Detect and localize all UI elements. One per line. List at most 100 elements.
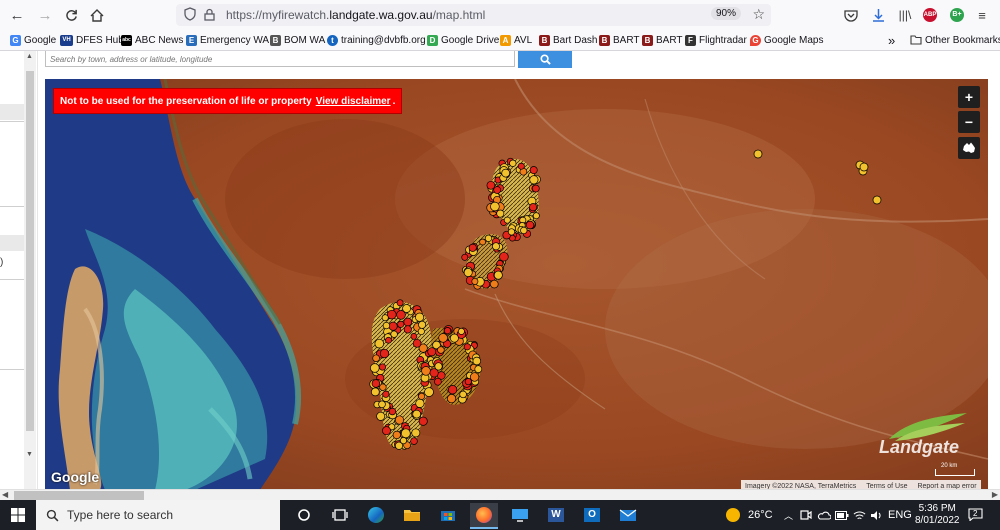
scroll-right-icon[interactable]: ▶ (992, 490, 998, 499)
hotspot-marker[interactable] (378, 400, 386, 409)
hotspot-marker[interactable] (424, 387, 434, 397)
zoom-in-button[interactable]: + (958, 86, 980, 108)
scroll-left-icon[interactable]: ◀ (2, 490, 8, 499)
hotspot-marker[interactable] (447, 385, 458, 395)
hotspot-marker[interactable] (459, 390, 467, 399)
hotspot-marker[interactable] (415, 312, 425, 322)
bookmark-abc-news[interactable]: abc ABC News (121, 32, 183, 48)
hotspot-marker[interactable] (378, 363, 387, 371)
hotspot-marker[interactable] (490, 279, 499, 289)
hotspot-marker[interactable] (382, 321, 391, 330)
hotspot-marker[interactable] (374, 338, 385, 349)
word-icon[interactable]: W (542, 503, 570, 527)
hotspot-marker[interactable] (484, 234, 493, 242)
onedrive-icon[interactable] (817, 500, 831, 530)
bookmark-bart-dash[interactable]: B Bart Dash (539, 32, 597, 48)
store-icon[interactable] (434, 503, 462, 527)
firefox-icon[interactable] (470, 503, 498, 529)
hotspot-marker[interactable] (493, 186, 502, 194)
hotspot-marker[interactable] (418, 320, 427, 329)
hotspot-marker[interactable] (412, 338, 422, 348)
hotspot-marker[interactable] (427, 347, 437, 357)
scroll-down-icon[interactable]: ▼ (26, 451, 33, 458)
hotspot-marker[interactable] (486, 180, 496, 190)
hotspot-marker[interactable] (872, 195, 882, 205)
weather-widget[interactable]: 26°C (726, 500, 773, 530)
shield-icon[interactable] (184, 7, 196, 24)
battery-icon[interactable] (835, 500, 849, 530)
hotspot-marker[interactable] (410, 333, 418, 340)
hotspot-marker[interactable] (385, 336, 392, 344)
search-button[interactable] (518, 51, 572, 68)
hotspot-marker[interactable] (509, 159, 517, 167)
hotspot-marker[interactable] (532, 212, 540, 220)
library-icon[interactable]: |||\ (895, 5, 915, 25)
address-bar[interactable]: https://myfirewatch.landgate.wa.gov.au/m… (176, 4, 771, 26)
scroll-up-icon[interactable]: ▲ (26, 53, 33, 60)
notifications-button[interactable]: 2 (968, 500, 984, 530)
hotspot-marker[interactable] (382, 390, 390, 398)
hotspot-marker[interactable] (371, 379, 381, 388)
start-button[interactable] (0, 500, 36, 530)
hotspot-marker[interactable] (397, 320, 405, 328)
location-search-box[interactable] (45, 51, 515, 67)
horizontal-scroll-thumb[interactable] (14, 491, 144, 500)
hotspot-marker[interactable] (372, 354, 380, 362)
bookmark-star-icon[interactable]: ☆ (752, 6, 765, 23)
hotspot-marker[interactable] (418, 392, 426, 400)
volume-icon[interactable] (870, 500, 883, 530)
bookmark-dfes-hub[interactable]: VH DFES Hub (60, 32, 124, 48)
hotspot-marker[interactable] (507, 228, 516, 236)
hotspot-marker[interactable] (496, 209, 505, 218)
download-icon[interactable] (868, 5, 888, 25)
hotspot-marker[interactable] (418, 416, 428, 426)
bookmark-google-drive[interactable]: D Google Drive (427, 32, 499, 48)
hotspot-marker[interactable] (474, 365, 483, 373)
hotspot-marker[interactable] (753, 149, 763, 159)
hotspot-marker[interactable] (525, 220, 535, 230)
hotspot-marker[interactable] (503, 216, 511, 224)
back-arrow-icon[interactable]: ← (6, 4, 28, 26)
hotspot-marker[interactable] (468, 243, 477, 252)
hotspot-marker[interactable] (379, 348, 390, 359)
hotspot-marker[interactable] (379, 383, 387, 391)
hotspot-marker[interactable] (415, 398, 425, 408)
show-hidden-icons-icon[interactable]: ︿ (784, 500, 793, 530)
remote-desktop-icon[interactable] (506, 503, 534, 527)
bookmark-bom-wa[interactable]: B BOM WA (270, 32, 325, 48)
hotspot-marker[interactable] (399, 437, 408, 445)
hotspot-marker[interactable] (417, 327, 425, 336)
bookmark-training[interactable]: t training@dvbfb.org (327, 32, 426, 48)
cortana-icon[interactable] (290, 503, 318, 527)
pocket-icon[interactable] (841, 5, 861, 25)
hotspot-marker[interactable] (464, 378, 472, 386)
hotspot-marker[interactable] (471, 277, 479, 285)
hotspot-marker[interactable] (479, 238, 486, 246)
adblock-icon[interactable]: ABP (920, 5, 940, 25)
hotspot-marker[interactable] (392, 430, 401, 440)
zoom-out-button[interactable]: − (958, 111, 980, 133)
home-icon[interactable] (86, 4, 108, 26)
hotspot-marker[interactable] (463, 268, 473, 277)
hotspot-marker[interactable] (501, 168, 511, 178)
hotspot-marker[interactable] (472, 356, 482, 366)
satellite-imagery[interactable] (45, 79, 988, 490)
hotspot-marker[interactable] (457, 327, 465, 335)
other-bookmarks-folder[interactable]: Other Bookmarks (910, 32, 1000, 48)
view-disclaimer-link[interactable]: View disclaimer (316, 96, 391, 107)
input-language[interactable]: ENG (888, 500, 912, 530)
google-logo[interactable]: Google (51, 469, 99, 485)
hotspot-marker[interactable] (492, 242, 500, 251)
hotspot-marker[interactable] (388, 407, 397, 416)
reload-icon[interactable] (60, 4, 82, 26)
hotspot-marker[interactable] (403, 325, 412, 334)
menu-hamburger-icon[interactable]: ≡ (972, 5, 992, 25)
hotspot-marker[interactable] (434, 377, 442, 386)
hotspot-marker[interactable] (388, 321, 398, 331)
hotspot-marker[interactable] (463, 343, 471, 351)
bookmark-google[interactable]: G Google (10, 32, 56, 48)
clock[interactable]: 5:36 PM 8/01/2022 (915, 500, 960, 530)
hotspot-marker[interactable] (437, 346, 445, 354)
panel-scroll-thumb[interactable] (26, 71, 34, 431)
panel-scrollbar[interactable]: ▲ ▼ (24, 51, 36, 489)
